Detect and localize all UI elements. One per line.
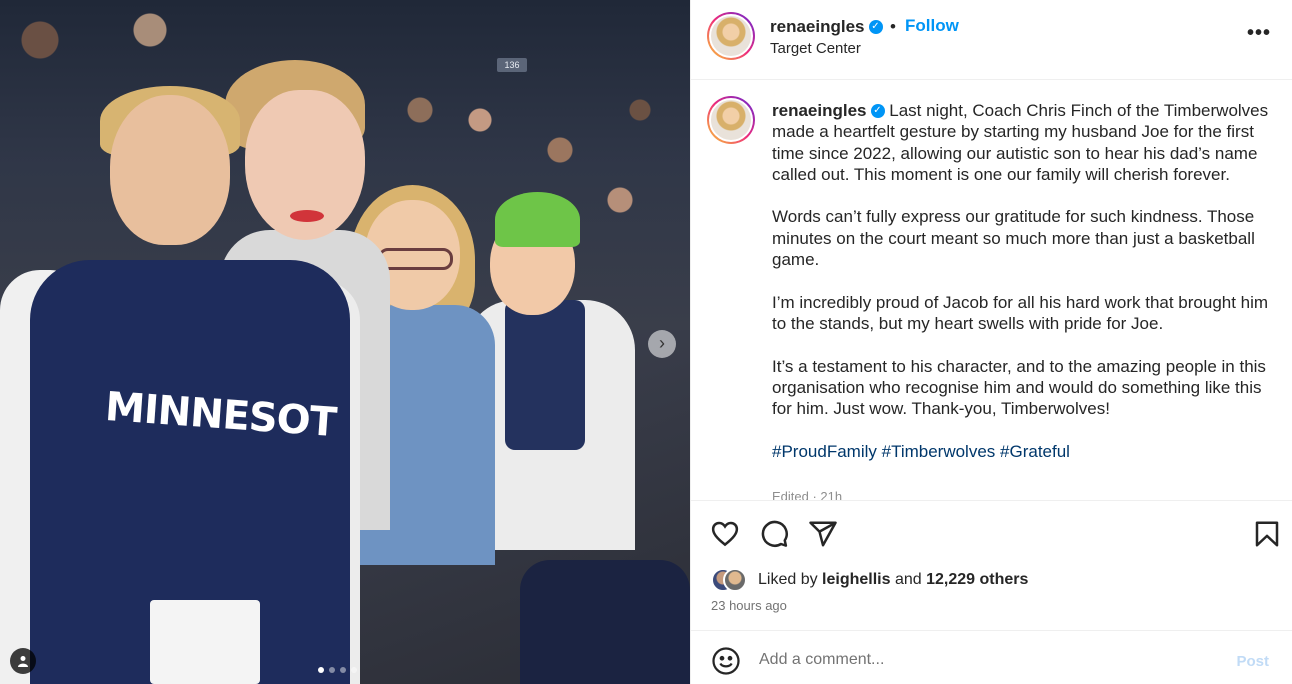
action-bar: Liked by leighellis and 12,229 others 23… bbox=[691, 500, 1292, 630]
caption-avatar[interactable] bbox=[707, 96, 755, 144]
author-avatar[interactable] bbox=[707, 12, 755, 60]
carousel-next-button[interactable]: › bbox=[648, 330, 676, 358]
separator-dot: • bbox=[890, 17, 896, 36]
carousel-dot bbox=[329, 667, 335, 673]
post-header: renaeingles ✓ • Follow Target Center ••• bbox=[691, 0, 1292, 80]
location-link[interactable]: Target Center bbox=[770, 40, 861, 57]
heart-icon[interactable] bbox=[710, 519, 740, 549]
follow-button[interactable]: Follow bbox=[905, 16, 959, 36]
liked-by-and: and bbox=[894, 571, 922, 588]
author-username-link[interactable]: renaeingles ✓ bbox=[770, 17, 883, 37]
user-tag-icon bbox=[18, 656, 28, 667]
hashtag-link[interactable]: #Timberwolves bbox=[882, 442, 996, 461]
hashtag-link[interactable]: #Grateful bbox=[1000, 442, 1070, 461]
liked-by-prefix: Liked by bbox=[758, 571, 818, 588]
caption-area: renaeingles ✓ Last night, Coach Chris Fin… bbox=[691, 80, 1292, 500]
bookmark-icon[interactable] bbox=[1252, 519, 1282, 549]
caption-text: renaeingles ✓ Last night, Coach Chris Fin… bbox=[772, 100, 1272, 483]
share-icon[interactable] bbox=[808, 519, 838, 549]
comment-input[interactable] bbox=[759, 644, 1219, 676]
family-photo: MINNESOT bbox=[0, 0, 690, 684]
post-timestamp[interactable]: 23 hours ago bbox=[711, 598, 787, 613]
avatar bbox=[723, 568, 747, 592]
author-username: renaeingles bbox=[770, 17, 865, 36]
user-tag-button[interactable] bbox=[10, 648, 36, 674]
post-comment-button[interactable]: Post bbox=[1236, 653, 1269, 670]
caption-paragraph: Words can’t fully express our gratitude … bbox=[772, 207, 1255, 270]
caption-paragraph: I’m incredibly proud of Jacob for all hi… bbox=[772, 292, 1269, 333]
photo-shape bbox=[520, 560, 690, 684]
chevron-right-icon: › bbox=[659, 333, 665, 353]
verified-badge-icon: ✓ bbox=[870, 103, 885, 118]
caption-paragraph: renaeingles ✓ Last night, Coach Chris Fin… bbox=[772, 100, 1272, 185]
hashtag-link[interactable]: #ProudFamily bbox=[772, 442, 877, 461]
photo-shape bbox=[290, 210, 324, 222]
photo-shape bbox=[150, 600, 260, 684]
likes-count-link[interactable]: 12,229 others bbox=[926, 571, 1028, 588]
photo-shape bbox=[505, 300, 585, 450]
carousel-dot bbox=[318, 667, 324, 673]
liked-by-user-link[interactable]: leighellis bbox=[822, 571, 890, 588]
photo-shape bbox=[110, 95, 230, 245]
photo-shape bbox=[378, 248, 453, 270]
verified-badge-icon: ✓ bbox=[868, 19, 883, 34]
post-media[interactable]: 136 MINNESOT › bbox=[0, 0, 690, 684]
liked-by-avatars[interactable] bbox=[711, 568, 749, 592]
post-details-panel: renaeingles ✓ • Follow Target Center ••• … bbox=[690, 0, 1292, 684]
comment-icon[interactable] bbox=[759, 519, 789, 549]
carousel-dot bbox=[340, 667, 346, 673]
carousel-indicator bbox=[318, 667, 357, 673]
caption-username[interactable]: renaeingles bbox=[772, 101, 867, 120]
comment-bar: Post bbox=[691, 630, 1292, 684]
liked-by-text[interactable]: Liked by leighellis and 12,229 others bbox=[758, 571, 1028, 589]
hashtags: #ProudFamily #Timberwolves #Grateful bbox=[772, 441, 1272, 462]
more-options-icon[interactable]: ••• bbox=[1247, 22, 1271, 45]
photo-shape bbox=[495, 192, 580, 247]
carousel-dot bbox=[351, 667, 357, 673]
caption-paragraph: It’s a testament to his character, and t… bbox=[772, 356, 1266, 419]
emoji-icon[interactable] bbox=[711, 646, 741, 676]
edited-timestamp: Edited · 21h bbox=[772, 489, 843, 500]
